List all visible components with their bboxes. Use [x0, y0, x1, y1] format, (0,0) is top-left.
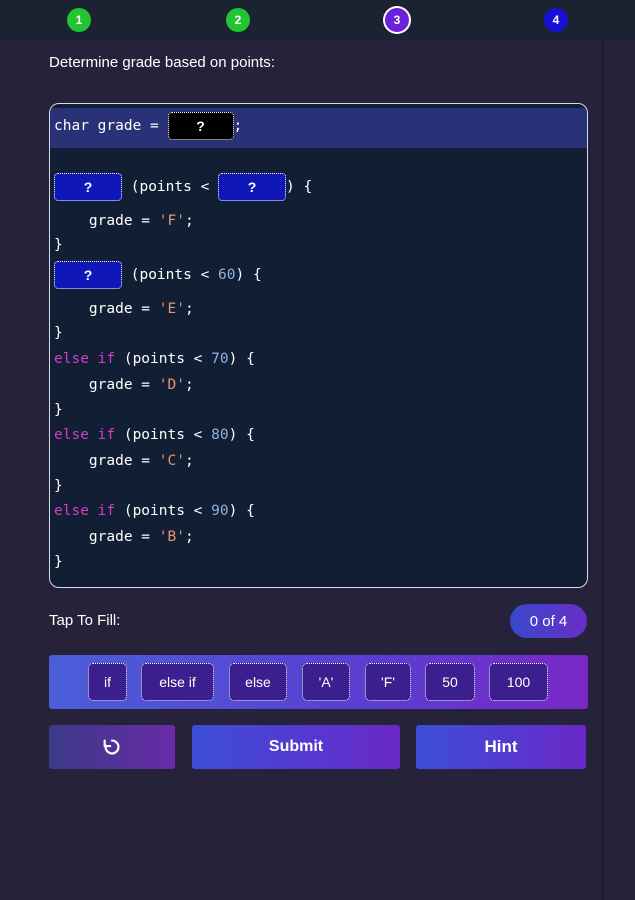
code-text: grade =: [54, 213, 159, 229]
blank-slot-2[interactable]: ?: [54, 173, 122, 201]
code-text: ) {: [228, 427, 255, 443]
code-text: char grade =: [54, 118, 168, 134]
code-text: ) {: [228, 503, 255, 519]
code-text: ;: [233, 118, 243, 134]
code-text: ;: [184, 301, 194, 317]
code-text: ;: [184, 529, 194, 545]
step-1-indicator[interactable]: 1: [67, 8, 91, 32]
blank-slot-1[interactable]: ?: [167, 112, 234, 140]
number-literal: 90: [211, 503, 229, 519]
number-literal: 60: [218, 267, 236, 283]
code-line-2: ? (points < ? ) {: [54, 173, 313, 201]
code-text: }: [54, 325, 63, 341]
chip-a[interactable]: 'A': [302, 663, 350, 701]
code-line-16: }: [54, 550, 63, 574]
step-4-indicator[interactable]: 4: [544, 8, 568, 32]
code-text: }: [54, 237, 63, 253]
code-line-10: }: [54, 398, 63, 422]
code-text: ;: [184, 213, 194, 229]
question-prompt: Determine grade based on points:: [49, 54, 275, 71]
keyword: else if: [54, 503, 116, 519]
string-literal: 'B': [158, 529, 185, 545]
code-text: }: [54, 554, 63, 570]
progress-bar: 1 2 3 4: [0, 0, 635, 40]
code-text: (points <: [115, 351, 212, 367]
code-line-3: grade = 'F';: [54, 209, 194, 233]
code-line-4: }: [54, 233, 63, 257]
chip-else[interactable]: else: [229, 663, 287, 701]
code-text: }: [54, 478, 63, 494]
code-text: ;: [184, 377, 194, 393]
code-text: (points <: [122, 267, 219, 283]
string-literal: 'E': [158, 301, 185, 317]
keyword: else if: [54, 427, 116, 443]
code-text: grade =: [54, 301, 159, 317]
tap-to-fill-label: Tap To Fill:: [49, 612, 121, 629]
number-literal: 70: [211, 351, 229, 367]
code-line-12: grade = 'C';: [54, 449, 194, 473]
filled-counter-badge: 0 of 4: [510, 604, 587, 638]
side-divider: [602, 40, 604, 900]
code-line-13: }: [54, 474, 63, 498]
code-line-5: ? (points < 60) {: [54, 261, 262, 289]
code-line-11: else if (points < 80) {: [54, 423, 255, 447]
chip-100[interactable]: 100: [489, 663, 548, 701]
code-text: (points <: [115, 503, 212, 519]
code-line-7: }: [54, 321, 63, 345]
code-line-8: else if (points < 70) {: [54, 347, 255, 371]
blank-slot-4[interactable]: ?: [54, 261, 122, 289]
code-text: (points <: [122, 179, 219, 195]
string-literal: 'C': [158, 453, 185, 469]
code-line-1: char grade = ? ;: [54, 112, 243, 140]
reset-button[interactable]: [49, 725, 175, 769]
code-text: (points <: [115, 427, 212, 443]
chip-if[interactable]: if: [88, 663, 127, 701]
code-editor: char grade = ? ; ? (points < ? ) { grade…: [49, 103, 588, 588]
answer-chip-tray: if else if else 'A' 'F' 50 100: [49, 655, 588, 709]
step-3-indicator[interactable]: 3: [385, 8, 409, 32]
code-text: grade =: [54, 377, 159, 393]
chip-50[interactable]: 50: [425, 663, 475, 701]
reset-icon: [103, 739, 120, 755]
keyword: else if: [54, 351, 116, 367]
code-text: ;: [184, 453, 194, 469]
code-line-14: else if (points < 90) {: [54, 499, 255, 523]
code-text: }: [54, 402, 63, 418]
code-line-9: grade = 'D';: [54, 373, 194, 397]
number-literal: 80: [211, 427, 229, 443]
code-line-15: grade = 'B';: [54, 525, 194, 549]
chip-else-if[interactable]: else if: [141, 663, 214, 701]
code-text: ) {: [228, 351, 255, 367]
step-2-indicator[interactable]: 2: [226, 8, 250, 32]
hint-button[interactable]: Hint: [416, 725, 586, 769]
code-text: ) {: [235, 267, 262, 283]
blank-slot-3[interactable]: ?: [218, 173, 287, 201]
code-text: grade =: [54, 529, 159, 545]
code-text: ) {: [286, 179, 313, 195]
submit-button[interactable]: Submit: [192, 725, 400, 769]
code-line-6: grade = 'E';: [54, 297, 194, 321]
chip-f[interactable]: 'F': [365, 663, 411, 701]
string-literal: 'F': [158, 213, 185, 229]
string-literal: 'D': [158, 377, 185, 393]
code-text: grade =: [54, 453, 159, 469]
